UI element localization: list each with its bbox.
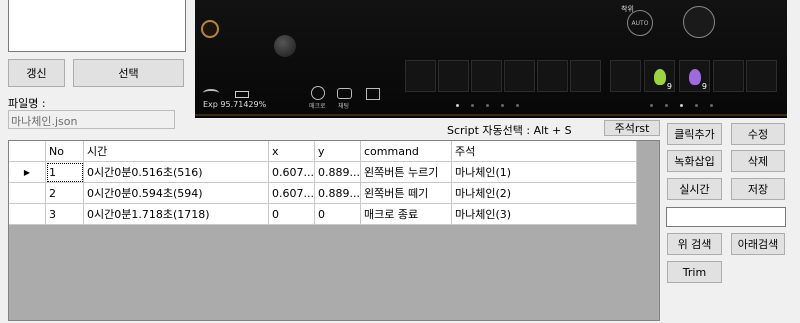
page-dot xyxy=(695,104,698,107)
cell-command[interactable]: 왼쪽버튼 누르기 xyxy=(361,162,452,183)
comment-reset-button[interactable]: 주석rst xyxy=(604,120,660,136)
wifi-icon xyxy=(203,89,219,97)
realtime-button[interactable]: 실시간 xyxy=(667,178,722,200)
cell-comment[interactable]: 마나체인(3) xyxy=(452,204,637,225)
filename-field[interactable]: 마나체인.json xyxy=(8,110,175,129)
skill-slot xyxy=(438,60,469,92)
skill-slot xyxy=(713,60,744,92)
page-dot xyxy=(456,104,459,107)
potion-red-count: 9 xyxy=(666,82,672,91)
cell-no[interactable]: 2 xyxy=(46,183,84,204)
delete-button[interactable]: 삭제 xyxy=(731,150,785,172)
potion-blue-count: 9 xyxy=(701,82,707,91)
emote-icon xyxy=(311,86,325,100)
save-button[interactable]: 저장 xyxy=(731,178,785,200)
column-header-command[interactable]: command xyxy=(361,141,452,162)
potion-blue-icon xyxy=(689,69,701,85)
auto-label: AUTO xyxy=(631,19,649,27)
cell-y[interactable]: 0.889... xyxy=(315,162,361,183)
skill-slot xyxy=(537,60,568,92)
cell-y[interactable]: 0.889... xyxy=(315,183,361,204)
trim-button[interactable]: Trim xyxy=(667,261,722,283)
column-header-time[interactable]: 시간 xyxy=(84,141,269,162)
refresh-button[interactable]: 갱신 xyxy=(8,59,65,87)
chat-label: 채팅 xyxy=(338,103,350,110)
battery-icon xyxy=(235,91,249,98)
attack-button-icon xyxy=(683,6,715,38)
skill-slot xyxy=(471,60,502,92)
column-header-comment[interactable]: 주석 xyxy=(452,141,637,162)
column-header-x[interactable]: x xyxy=(269,141,315,162)
page-dot xyxy=(710,104,713,107)
record-insert-button[interactable]: 녹화삽입 xyxy=(667,150,722,172)
exp-label: Exp 95.71429% xyxy=(203,100,267,109)
skill-slot xyxy=(405,60,436,92)
cell-y[interactable]: 0 xyxy=(315,204,361,225)
select-button[interactable]: 선택 xyxy=(73,59,184,87)
search-up-button[interactable]: 위 검색 xyxy=(667,233,722,255)
cell-comment[interactable]: 마나체인(1) xyxy=(452,162,637,183)
cell-comment[interactable]: 마나체인(2) xyxy=(452,183,637,204)
grid-header: No 시간 x y command 주석 xyxy=(9,141,637,162)
skill-slot xyxy=(504,60,535,92)
table-row[interactable]: 3 0시간0분1.718초(1718) 0 0 매크로 종료 마나체인(3) xyxy=(9,204,637,225)
table-row[interactable]: ▶ 1 0시간0분0.516초(516) 0.607... 0.889... 왼… xyxy=(9,162,637,183)
script-auto-select-label: Script 자동선택 : Alt + S xyxy=(447,124,572,137)
current-row-indicator[interactable]: ▶ xyxy=(9,162,46,183)
potion-slot-red: 9 xyxy=(644,60,675,92)
cell-time[interactable]: 0시간0분0.516초(516) xyxy=(84,162,269,183)
page-dot xyxy=(501,104,504,107)
cell-x[interactable]: 0 xyxy=(269,204,315,225)
column-header-no[interactable]: No xyxy=(46,141,84,162)
search-down-button[interactable]: 아래검색 xyxy=(731,233,785,255)
skill-slot xyxy=(570,60,601,92)
page-dot xyxy=(680,104,683,107)
skill-slot xyxy=(746,60,777,92)
search-input[interactable] xyxy=(666,207,786,227)
row-header[interactable] xyxy=(9,204,46,225)
macro-label: 매크로 xyxy=(309,103,326,110)
cell-time[interactable]: 0시간0분0.594초(594) xyxy=(84,183,269,204)
cell-x[interactable]: 0.607... xyxy=(269,162,315,183)
page-dot xyxy=(486,104,489,107)
page-dot xyxy=(471,104,474,107)
row-header-corner xyxy=(9,141,46,162)
potion-red-icon xyxy=(654,69,666,85)
script-listbox[interactable] xyxy=(8,0,186,52)
filename-value: 마나체인.json xyxy=(11,115,78,128)
skill-slot xyxy=(610,60,641,92)
filename-label: 파일명 : xyxy=(8,97,46,110)
cell-x[interactable]: 0.607... xyxy=(269,183,315,204)
column-header-y[interactable]: y xyxy=(315,141,361,162)
game-preview: Exp 95.71429% 매크로 채팅 9 9 착위 AUTO xyxy=(195,0,787,118)
move-icon xyxy=(366,88,380,100)
page-dot xyxy=(516,104,519,107)
table-row[interactable]: 2 0시간0분0.594초(594) 0.607... 0.889... 왼쪽버… xyxy=(9,183,637,204)
auto-button-icon: AUTO xyxy=(627,10,653,36)
row-header[interactable] xyxy=(9,183,46,204)
cell-command[interactable]: 매크로 종료 xyxy=(361,204,452,225)
potion-slot-blue: 9 xyxy=(679,60,710,92)
chat-icon xyxy=(337,88,352,99)
joystick-icon xyxy=(274,35,296,57)
page-dot xyxy=(665,104,668,107)
exp-bar xyxy=(195,114,787,116)
cell-time[interactable]: 0시간0분1.718초(1718) xyxy=(84,204,269,225)
edit-button[interactable]: 수정 xyxy=(731,123,785,145)
cell-no[interactable]: 3 xyxy=(46,204,84,225)
macro-grid[interactable]: No 시간 x y command 주석 ▶ 1 0시간0분0.516초(516… xyxy=(8,140,660,321)
click-add-button[interactable]: 클릭추가 xyxy=(667,123,722,145)
cell-no[interactable]: 1 xyxy=(46,162,84,183)
page-dot xyxy=(650,104,653,107)
cell-command[interactable]: 왼쪽버튼 떼기 xyxy=(361,183,452,204)
compass-icon xyxy=(201,20,219,38)
